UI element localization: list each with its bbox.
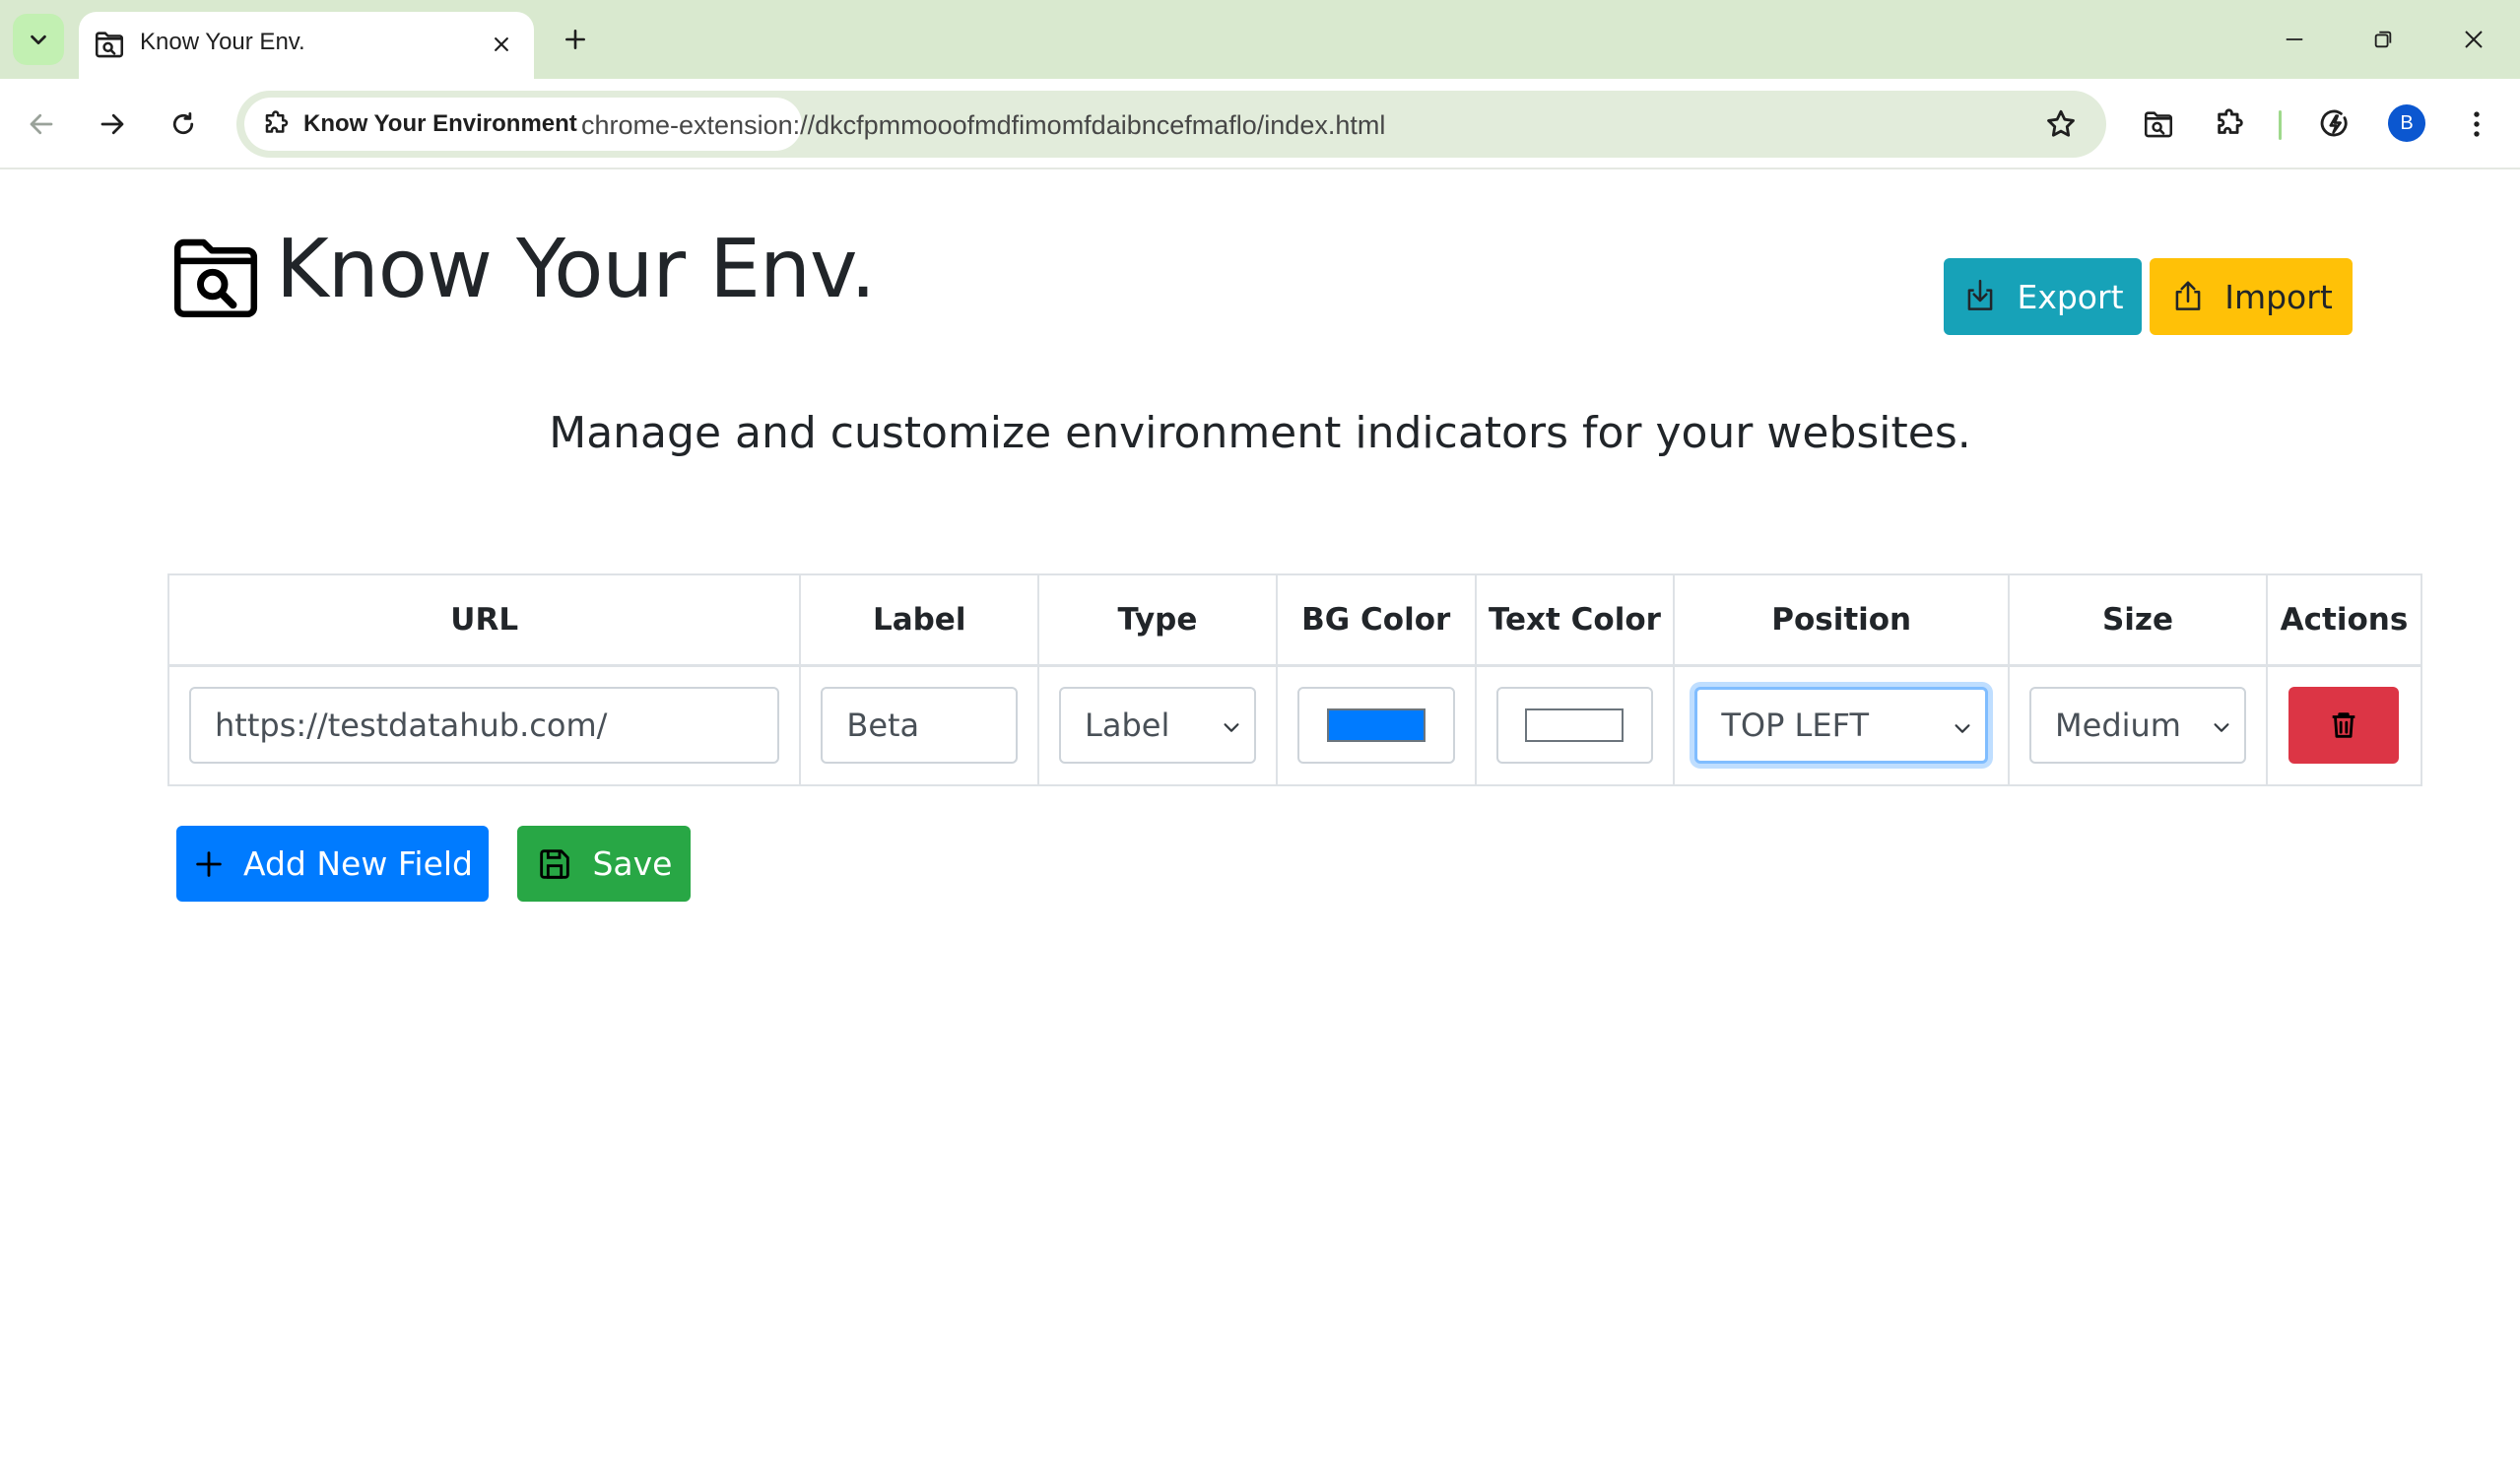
plus-icon: [565, 30, 585, 49]
type-select[interactable]: Label: [1059, 687, 1256, 765]
column-header-bg-color: BG Color: [1275, 573, 1477, 667]
profile-avatar[interactable]: B: [2388, 104, 2425, 142]
lightning-circle-icon: [2320, 109, 2348, 137]
add-new-field-button[interactable]: Add New Field: [176, 826, 489, 902]
back-button[interactable]: [18, 101, 65, 148]
puzzle-icon: [265, 110, 289, 133]
column-header-url: URL: [166, 573, 802, 667]
tab-title: Know Your Env.: [140, 29, 305, 55]
column-header-position: Position: [1673, 573, 2011, 667]
column-header-type: Type: [1037, 573, 1278, 667]
export-button[interactable]: Export: [1944, 258, 2142, 335]
add-new-field-label: Add New Field: [242, 844, 473, 883]
kebab-menu-icon: [2474, 111, 2480, 137]
type-select-value: Label: [1085, 707, 1170, 745]
window-minimize-button[interactable]: [2270, 16, 2319, 63]
tab-search-button[interactable]: [13, 14, 64, 65]
text-color-swatch: [1525, 708, 1625, 743]
chevron-down-icon: [1955, 724, 1970, 734]
folder-search-icon: [95, 32, 124, 58]
chevron-down-icon: [2214, 723, 2229, 733]
tab-close-button[interactable]: [483, 26, 520, 63]
close-icon: [495, 37, 508, 51]
forward-button[interactable]: [89, 101, 136, 148]
position-cell: TOP LEFT: [1673, 664, 2011, 786]
plus-icon: [196, 850, 222, 877]
type-cell: Label: [1037, 664, 1278, 786]
extension-app-button[interactable]: [2135, 101, 2182, 148]
save-button[interactable]: Save: [517, 826, 691, 902]
browser-tab-strip: Know Your Env.: [0, 0, 2520, 79]
new-tab-button[interactable]: [556, 20, 595, 59]
url-cell: https://testdatahub.com/: [166, 664, 802, 786]
column-header-actions: Actions: [2265, 573, 2423, 667]
minimize-icon: [2286, 38, 2303, 40]
column-header-text-color: Text Color: [1474, 573, 1676, 667]
label-input[interactable]: Beta: [821, 687, 1019, 765]
size-cell: Medium: [2008, 664, 2268, 786]
arrow-right-icon: [100, 113, 124, 135]
column-header-size: Size: [2008, 573, 2268, 667]
position-select[interactable]: TOP LEFT: [1694, 687, 1989, 765]
arrow-left-icon: [30, 113, 53, 135]
size-select[interactable]: Medium: [2029, 687, 2246, 765]
browser-toolbar: Know Your Environment chrome-extension:/…: [0, 79, 2520, 169]
window-close-button[interactable]: [2449, 16, 2498, 63]
environments-table: URL Label Type BG Color Text Color Posit…: [166, 573, 2423, 786]
folder-search-icon: [173, 238, 258, 318]
trash-icon: [2333, 712, 2355, 738]
restore-icon: [2374, 31, 2392, 48]
bg-color-swatch: [1326, 708, 1426, 743]
close-icon: [2465, 31, 2483, 48]
label-cell: Beta: [799, 664, 1040, 786]
performance-button[interactable]: [2311, 101, 2358, 148]
chevron-down-icon: [31, 34, 46, 45]
url-input[interactable]: https://testdatahub.com/: [189, 687, 780, 765]
text-color-cell: [1474, 664, 1676, 786]
position-select-value: TOP LEFT: [1721, 707, 1869, 745]
bg-color-picker[interactable]: [1296, 687, 1455, 765]
page-title: Know Your Env.: [276, 223, 876, 316]
url-text[interactable]: chrome-extension://dkcfpmmooofmdfimomfda…: [581, 110, 1385, 141]
import-button[interactable]: Import: [2150, 258, 2353, 335]
export-label: Export: [2017, 277, 2124, 316]
column-header-label: Label: [799, 573, 1040, 667]
import-label: Import: [2224, 277, 2333, 316]
browser-menu-button[interactable]: [2453, 101, 2500, 148]
address-bar[interactable]: Know Your Environment chrome-extension:/…: [236, 91, 2106, 158]
actions-cell: [2265, 664, 2423, 786]
bg-color-cell: [1275, 664, 1477, 786]
star-icon: [2047, 109, 2075, 137]
download-tray-icon: [1968, 279, 1993, 310]
browser-tab-active[interactable]: Know Your Env.: [79, 12, 534, 79]
extensions-button[interactable]: [2207, 101, 2254, 148]
bookmark-button[interactable]: [2041, 104, 2081, 144]
site-chip-label: Know Your Environment: [303, 110, 577, 137]
save-label: Save: [592, 844, 673, 883]
page-subtitle: Manage and customize environment indicat…: [549, 408, 1971, 458]
window-restore-button[interactable]: [2358, 16, 2408, 63]
chevron-down-icon: [1224, 723, 1239, 733]
table-header-row: URL Label Type BG Color Text Color Posit…: [166, 573, 2423, 667]
delete-row-button[interactable]: [2288, 687, 2400, 765]
upload-tray-icon: [2175, 281, 2201, 310]
toolbar-separator: [2279, 110, 2282, 140]
reload-button[interactable]: [160, 101, 207, 148]
reload-icon: [172, 112, 194, 135]
folder-search-icon: [2144, 111, 2173, 138]
table-row: https://testdatahub.com/ Beta Label TOP …: [166, 664, 2423, 786]
text-color-picker[interactable]: [1495, 687, 1654, 765]
size-select-value: Medium: [2055, 707, 2181, 745]
floppy-disk-icon: [540, 848, 570, 879]
puzzle-icon: [2218, 108, 2243, 134]
